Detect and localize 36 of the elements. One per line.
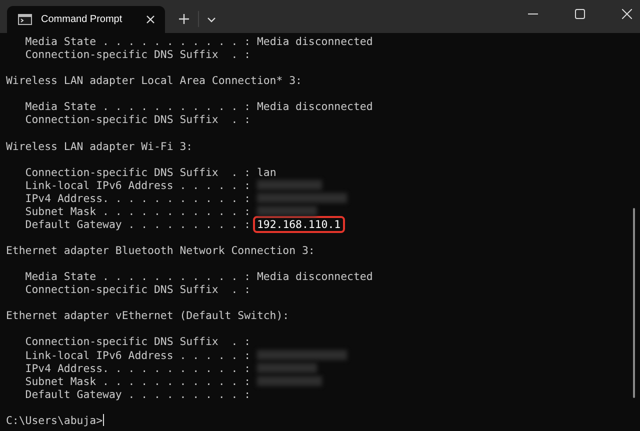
maximize-icon[interactable] (575, 9, 585, 19)
new-tab-icon[interactable] (179, 14, 189, 24)
text-cursor (102, 414, 104, 426)
field-label: Connection-specific DNS Suffix . : (24, 48, 252, 62)
field-label: Media State . . . . . . . . . . . : (24, 100, 252, 114)
field-value: lan (256, 166, 276, 179)
field-value: Media disconnected (256, 270, 373, 284)
field-label: Subnet Mask . . . . . . . . . . . : (24, 204, 252, 218)
adapter-heading: Ethernet adapter Bluetooth Network Connection 3: (6, 244, 315, 258)
dropdown-icon[interactable] (207, 17, 216, 23)
field-label: Connection-specific DNS Suffix . : (24, 335, 252, 348)
field-label: Connection-specific DNS Suffix . : (24, 283, 252, 296)
field-label: IPv4 Address. . . . . . . . . . . : (24, 192, 252, 205)
scrollbar[interactable] (633, 208, 635, 398)
adapter-heading: Ethernet adapter vEthernet (Default Switch): (6, 309, 290, 322)
field-label: Link-local IPv6 Address . . . . . : (24, 178, 252, 192)
field-label: Connection-specific DNS Suffix . : (24, 113, 252, 126)
highlighted-value: 192.168.110.1 (254, 218, 343, 231)
field-label: Default Gateway . . . . . . . . . : (24, 388, 252, 401)
tab-title: Command Prompt (41, 14, 124, 25)
field-label: Connection-specific DNS Suffix . : (24, 166, 252, 179)
terminal-icon (18, 14, 32, 25)
field-label: Subnet Mask . . . . . . . . . . . : (24, 374, 252, 388)
field-label: Media State . . . . . . . . . . . : (24, 270, 252, 284)
field-label: Media State . . . . . . . . . . . : (24, 35, 252, 48)
adapter-heading: Wireless LAN adapter Local Area Connection* 3: (6, 74, 302, 88)
close-tab-icon[interactable] (146, 15, 155, 24)
field-value: Media disconnected (256, 35, 373, 48)
field-label: Link-local IPv6 Address . . . . . : (24, 348, 252, 362)
adapter-heading: Wireless LAN adapter Wi-Fi 3: (6, 140, 193, 153)
close-icon[interactable] (622, 9, 632, 19)
command-prompt: C:\Users\abuja> (6, 414, 103, 427)
field-value: Media disconnected (256, 100, 373, 114)
field-label: IPv4 Address. . . . . . . . . . . : (24, 362, 252, 375)
field-label: Default Gateway . . . . . . . . . : (24, 218, 252, 231)
terminal-tab[interactable]: Command Prompt (7, 6, 165, 33)
